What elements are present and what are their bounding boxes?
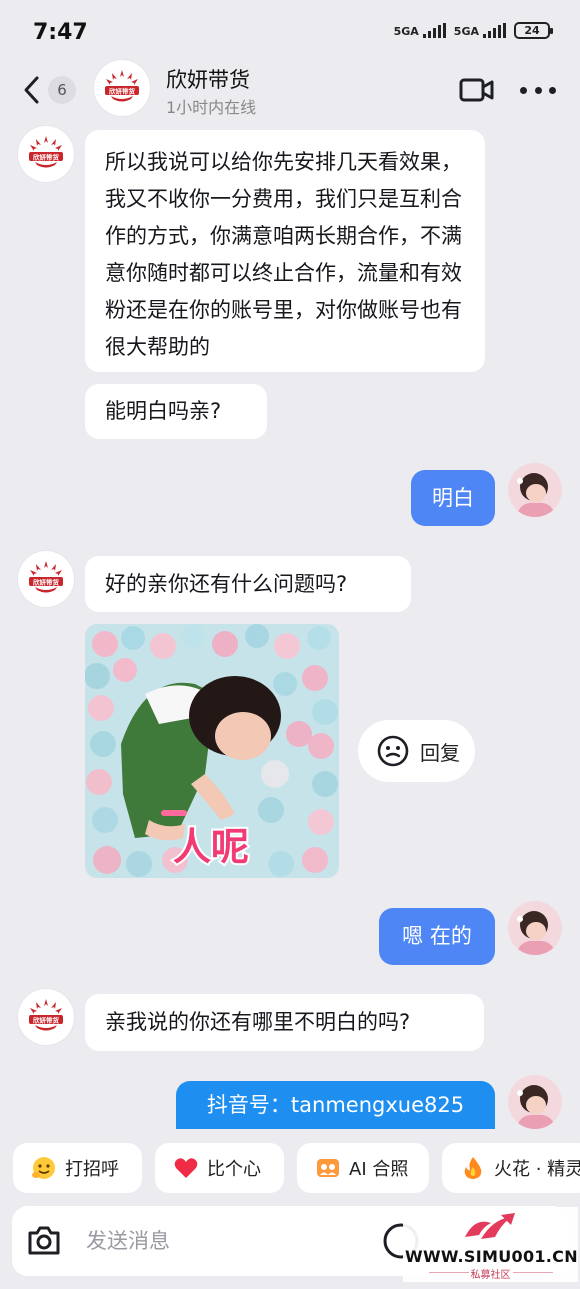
contact-avatar[interactable]: 欣妍带货 xyxy=(94,60,150,116)
user-avatar-photo xyxy=(508,1075,562,1129)
status-time: 7:47 xyxy=(33,20,88,45)
quick-reply-greet[interactable]: 打招呼 xyxy=(13,1143,142,1193)
sticker-image: 人呢 xyxy=(85,624,339,878)
contact-online-status: 1小时内在线 xyxy=(166,98,257,117)
watermark: WWW.SIMU001.CN 私募社区 xyxy=(403,1207,578,1282)
sender-avatar[interactable]: 欣妍带货 xyxy=(18,126,74,182)
video-camera-icon xyxy=(459,78,494,102)
svg-text:欣妍带货: 欣妍带货 xyxy=(33,1016,60,1025)
my-avatar[interactable] xyxy=(508,1075,562,1129)
heart-icon xyxy=(173,1155,199,1181)
svg-text:欣妍带货: 欣妍带货 xyxy=(109,87,136,96)
svg-text:欣妍带货: 欣妍带货 xyxy=(33,578,60,587)
message-bubble-outgoing[interactable]: 嗯 在的 xyxy=(379,908,495,965)
message-bubble-outgoing[interactable]: 明白 xyxy=(411,470,495,526)
message-bubble-incoming[interactable]: 亲我说的你还有哪里不明白的吗? xyxy=(85,994,484,1051)
watermark-subtitle: 私募社区 xyxy=(470,1270,511,1281)
network-label-2: 5GA xyxy=(453,25,479,38)
message-bubble-incoming[interactable]: 所以我说可以给你先安排几天看效果，我又不收你一分费用，我们只是互利合作的方式，你… xyxy=(85,130,485,372)
wave-emoji-icon xyxy=(31,1155,57,1181)
contact-logo-icon: 欣妍带货 xyxy=(29,136,63,168)
sender-avatar[interactable]: 欣妍带货 xyxy=(18,989,74,1045)
quick-reply-spark[interactable]: 火花 · 精灵 xyxy=(442,1143,580,1193)
chat-header: 6 欣妍带货 欣妍带货 1小时内在线 xyxy=(0,60,580,122)
network-label-1: 5GA xyxy=(393,25,419,38)
message-bubble-incoming[interactable]: 好的亲你还有什么问题吗? xyxy=(85,556,411,612)
camera-icon xyxy=(28,1226,60,1255)
quick-reply-heart[interactable]: 比个心 xyxy=(155,1143,284,1193)
quick-reply-bar: 打招呼 比个心 AI 合照 火花 · 精灵 xyxy=(0,1143,580,1193)
my-avatar[interactable] xyxy=(508,463,562,517)
smiley-icon xyxy=(377,735,409,767)
sticker-caption: 人呢 xyxy=(173,825,249,869)
more-dots-icon xyxy=(520,86,527,94)
watermark-logo-icon xyxy=(465,1213,515,1239)
chevron-left-icon xyxy=(24,76,39,104)
unread-count-badge: 6 xyxy=(48,76,76,104)
reply-label: 回复 xyxy=(420,740,460,765)
watermark-site: WWW.SIMU001.CN xyxy=(405,1247,578,1266)
user-avatar-photo xyxy=(508,901,562,955)
quick-reply-ai-photo[interactable]: AI 合照 xyxy=(297,1143,429,1193)
sticker-message[interactable]: 人呢 xyxy=(85,624,339,878)
user-avatar-photo xyxy=(508,463,562,517)
contact-logo-icon: 欣妍带货 xyxy=(105,70,139,102)
status-indicators: 5GA 5GA 24 xyxy=(394,22,553,39)
message-input[interactable] xyxy=(86,1218,376,1264)
back-button[interactable]: 6 xyxy=(22,72,80,108)
photo-icon xyxy=(315,1155,341,1181)
message-bubble-incoming[interactable]: 能明白吗亲? xyxy=(85,384,267,439)
contact-logo-icon: 欣妍带货 xyxy=(29,561,63,593)
contact-name[interactable]: 欣妍带货 xyxy=(166,64,250,94)
status-bar: 7:47 5GA 5GA 24 xyxy=(0,0,580,60)
svg-text:欣妍带货: 欣妍带货 xyxy=(33,153,60,162)
spark-icon xyxy=(460,1155,486,1181)
signal-icon: 5GA xyxy=(454,23,506,38)
battery-icon: 24 xyxy=(514,22,553,39)
contact-logo-icon: 欣妍带货 xyxy=(29,999,63,1031)
message-bubble-outgoing[interactable]: 抖音号：tanmengxue825 xyxy=(176,1081,495,1129)
sticker-reply-button[interactable]: 回复 xyxy=(358,720,475,782)
video-call-button[interactable] xyxy=(458,74,496,106)
camera-button[interactable] xyxy=(24,1221,64,1261)
my-avatar[interactable] xyxy=(508,901,562,955)
sender-avatar[interactable]: 欣妍带货 xyxy=(18,551,74,607)
more-options-button[interactable] xyxy=(520,80,556,100)
signal-icon: 5GA xyxy=(394,23,446,38)
battery-level: 24 xyxy=(524,24,540,37)
